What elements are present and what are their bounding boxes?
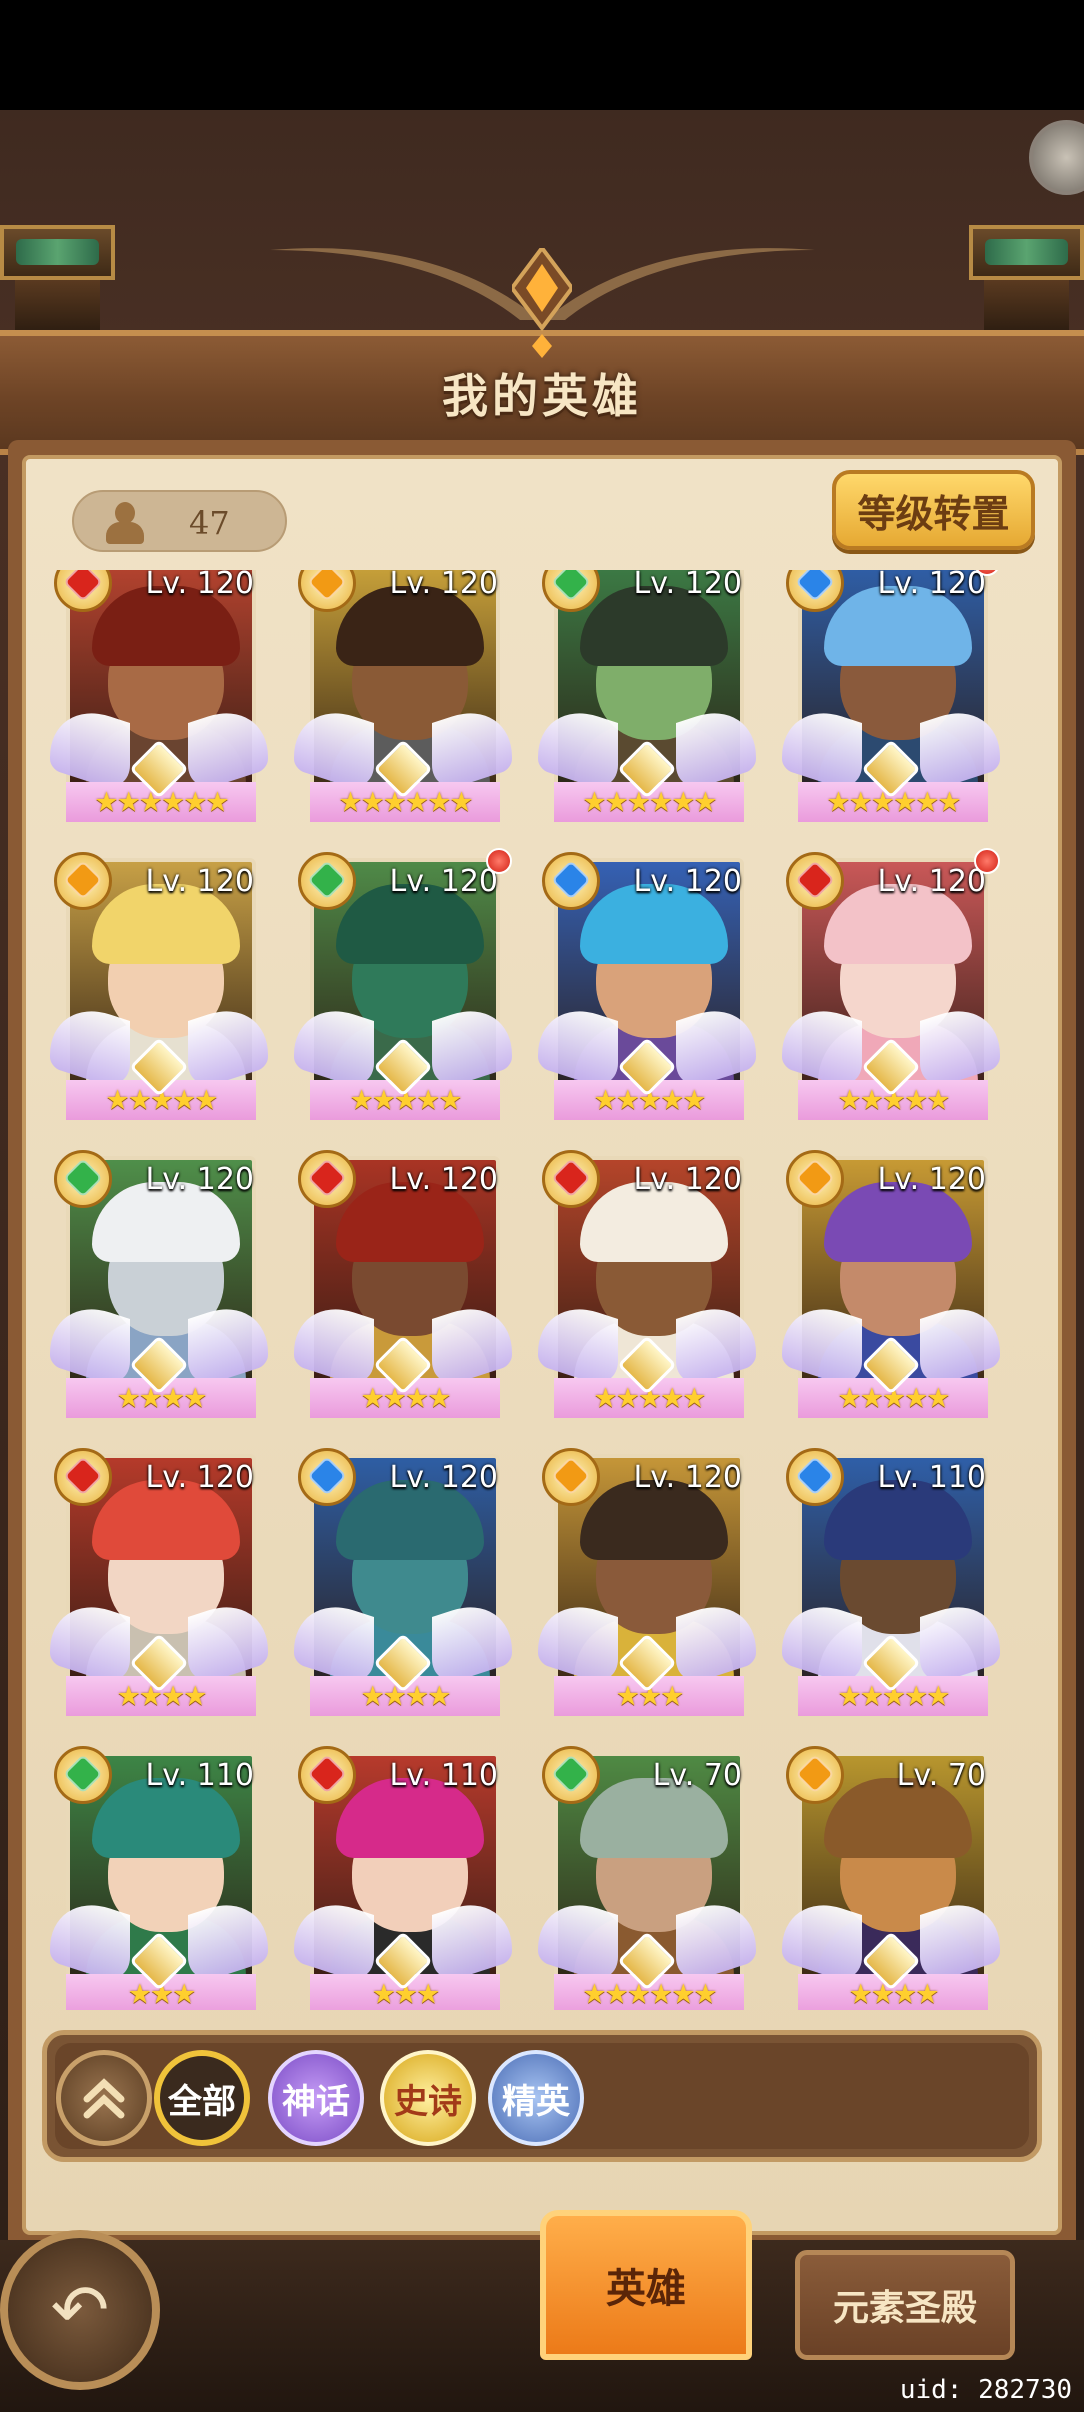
level-reset-button[interactable]: 等级转置	[832, 470, 1035, 550]
filter-elite-button[interactable]: 精英	[488, 2050, 584, 2146]
hero-card[interactable]: ★★★★ Lv. 70	[782, 1746, 1000, 2010]
filter-all-button[interactable]: 全部	[154, 2050, 250, 2146]
fire-element-icon	[298, 1150, 356, 1208]
hero-level: Lv. 120	[633, 1162, 742, 1197]
user-id: uid: 282730	[899, 2375, 1072, 2405]
hero-card[interactable]: ★★★★★★ Lv. 120	[782, 570, 1000, 838]
hero-card[interactable]: ★★★★★ Lv. 120	[294, 848, 512, 1136]
hero-level: Lv. 120	[633, 864, 742, 899]
light-element-icon	[786, 1150, 844, 1208]
hero-count-value: 47	[189, 504, 230, 542]
hero-card[interactable]: ★★★★ Lv. 120	[50, 1150, 268, 1434]
filter-epic-button[interactable]: 史诗	[380, 2050, 476, 2146]
filter-myth-button[interactable]: 神话	[268, 2050, 364, 2146]
hero-level: Lv. 120	[877, 864, 986, 899]
hero-card[interactable]: ★★★★★ Lv. 120	[50, 852, 268, 1136]
fire-element-icon	[542, 1150, 600, 1208]
hero-level: Lv. 70	[652, 1758, 742, 1793]
hero-count-badge: 47	[72, 490, 287, 552]
hero-card[interactable]: ★★★★ Lv. 120	[294, 1448, 512, 1732]
notification-dot	[486, 848, 512, 874]
hero-card[interactable]: ★★★★★ Lv. 120	[782, 1150, 1000, 1434]
hero-card[interactable]: ★★★★★ Lv. 120	[782, 848, 1000, 1136]
back-arrow-icon[interactable]: ↶	[0, 2230, 160, 2390]
tab-element-temple[interactable]: 元素圣殿	[795, 2250, 1015, 2360]
hero-level: Lv. 120	[145, 1162, 254, 1197]
hero-level: Lv. 120	[877, 570, 986, 601]
hero-card[interactable]: ★★★★★★ Lv. 120	[538, 570, 756, 838]
hero-card[interactable]: ★★★★★ Lv. 120	[538, 1150, 756, 1434]
hero-level: Lv. 110	[145, 1758, 254, 1793]
hero-card[interactable]: ★★★★★★ Lv. 120	[50, 570, 268, 838]
light-element-icon	[786, 1746, 844, 1804]
tab-heroes[interactable]: 英雄	[540, 2210, 752, 2360]
water-element-icon	[542, 852, 600, 910]
hero-level: Lv. 120	[389, 864, 498, 899]
nature-element-icon	[54, 1150, 112, 1208]
hero-grid: ★★★★★★ Lv. 120 ★★★★★★ Lv. 120 ★★★★★★ Lv. 120 ★…	[50, 570, 1035, 2010]
hero-card[interactable]: ★★★★★ Lv. 120	[538, 852, 756, 1136]
hero-card[interactable]: ★★★★ Lv. 120	[50, 1448, 268, 1732]
nature-element-icon	[542, 1746, 600, 1804]
hero-level: Lv. 120	[145, 1460, 254, 1495]
light-element-icon	[54, 852, 112, 910]
fire-element-icon	[298, 1746, 356, 1804]
hero-card[interactable]: ★★★★ Lv. 120	[294, 1150, 512, 1434]
hero-card[interactable]: ★★★★★★ Lv. 70	[538, 1746, 756, 2010]
hero-level: Lv. 110	[389, 1758, 498, 1793]
fire-element-icon	[54, 1448, 112, 1506]
title-gem-icon	[509, 244, 575, 358]
water-element-icon	[786, 1448, 844, 1506]
page-title: 我的英雄	[442, 369, 642, 423]
hero-card[interactable]: ★★★ Lv. 110	[50, 1746, 268, 2010]
hero-level: Lv. 120	[877, 1162, 986, 1197]
light-element-icon	[542, 1448, 600, 1506]
hero-level: Lv. 120	[633, 570, 742, 601]
hero-level: Lv. 120	[145, 864, 254, 899]
hero-level: Lv. 120	[389, 570, 498, 601]
hero-level: Lv. 120	[389, 1162, 498, 1197]
nature-element-icon	[298, 852, 356, 910]
hero-level: Lv. 110	[877, 1460, 986, 1495]
water-element-icon	[298, 1448, 356, 1506]
hero-card[interactable]: ★★★ Lv. 120	[538, 1448, 756, 1732]
hero-level: Lv. 70	[896, 1758, 986, 1793]
hero-card[interactable]: ★★★★★★ Lv. 120	[294, 570, 512, 838]
hero-card[interactable]: ★★★ Lv. 110	[294, 1746, 512, 2010]
fire-element-icon	[786, 852, 844, 910]
nature-element-icon	[54, 1746, 112, 1804]
hero-level: Lv. 120	[389, 1460, 498, 1495]
notification-dot	[974, 848, 1000, 874]
person-icon	[104, 502, 146, 544]
right-pillar-decoration	[969, 225, 1084, 335]
status-bar	[0, 0, 1084, 110]
hero-level: Lv. 120	[633, 1460, 742, 1495]
hero-card[interactable]: ★★★★★ Lv. 110	[782, 1448, 1000, 1732]
collapse-chevron-icon[interactable]	[56, 2050, 152, 2146]
left-pillar-decoration	[0, 225, 115, 335]
hero-level: Lv. 120	[145, 570, 254, 601]
